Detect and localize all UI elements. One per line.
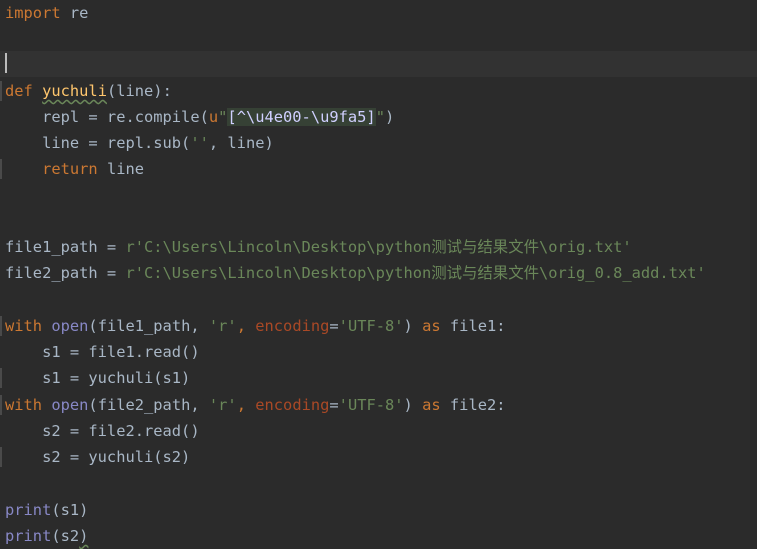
code-text: (s2 xyxy=(51,527,80,545)
string-literal: 'UTF-8' xyxy=(338,396,404,414)
code-text: ) xyxy=(403,396,423,414)
code-line-6[interactable]: line = repl.sub('', line) xyxy=(0,130,757,156)
code-line-7[interactable]: return line xyxy=(0,156,757,182)
builtin-print: print xyxy=(5,501,52,519)
keyword-as: as xyxy=(422,396,441,414)
code-line-1[interactable]: import re xyxy=(0,0,757,26)
keyword-with: with xyxy=(5,396,43,414)
code-text: (file1_path, xyxy=(88,317,209,335)
string-literal: 'UTF-8' xyxy=(338,317,404,335)
fold-marker[interactable] xyxy=(0,368,2,388)
fold-marker[interactable] xyxy=(0,316,2,336)
code-line-11[interactable]: file2_path = r'C:\Users\Lincoln\Desktop\… xyxy=(0,260,757,286)
code-text: , xyxy=(236,396,256,414)
code-line-10[interactable]: file1_path = r'C:\Users\Lincoln\Desktop\… xyxy=(0,234,757,260)
code-text: s2 = yuchuli(s2) xyxy=(5,448,191,466)
code-line-21[interactable]: print(s2) xyxy=(0,523,757,549)
code-line-5[interactable]: repl = re.compile(u"[^\u4e00-\u9fa5]") xyxy=(0,104,757,130)
string-literal: r'C:\Users\Lincoln\Desktop\python测试与结果文件… xyxy=(125,264,706,282)
code-text: s1 = file1.read() xyxy=(5,343,200,361)
code-line-17[interactable]: s2 = file2.read() xyxy=(0,418,757,444)
kwarg-encoding: encoding xyxy=(255,396,330,414)
code-line-3-current[interactable] xyxy=(0,51,757,77)
builtin-print: print xyxy=(5,527,52,545)
text-caret xyxy=(5,53,7,73)
fold-marker[interactable] xyxy=(0,159,2,179)
code-text: file2_path = xyxy=(5,264,126,282)
code-line-4[interactable]: def yuchuli(line): xyxy=(0,78,757,104)
keyword-return: return xyxy=(5,160,98,178)
code-text: (s1) xyxy=(51,501,89,519)
fold-marker[interactable] xyxy=(0,81,2,101)
code-line-20[interactable]: print(s1) xyxy=(0,497,757,523)
code-text: ) xyxy=(384,108,395,126)
code-line-18[interactable]: s2 = yuchuli(s2) xyxy=(0,444,757,470)
keyword-as: as xyxy=(422,317,441,335)
function-name: yuchuli xyxy=(42,82,107,100)
keyword-def: def xyxy=(5,82,33,100)
keyword-import: import xyxy=(5,4,61,22)
builtin-open: open xyxy=(42,317,89,335)
string-literal: 'r' xyxy=(208,317,237,335)
module-name: re xyxy=(60,4,89,22)
code-text: , xyxy=(236,317,256,335)
string-quote: " xyxy=(375,108,385,126)
code-editor[interactable]: import re def yuchuli(line): repl = re.c… xyxy=(0,0,757,549)
keyword-with: with xyxy=(5,317,43,335)
regex-literal: [^\u4e00-\u9fa5] xyxy=(227,108,376,126)
string-literal: 'r' xyxy=(208,396,237,414)
code-text: repl = re.compile( xyxy=(5,108,209,126)
string-literal: r'C:\Users\Lincoln\Desktop\python测试与结果文件… xyxy=(125,238,632,256)
code-line-16[interactable]: with open(file2_path, 'r', encoding='UTF… xyxy=(0,392,757,418)
code-text: s1 = yuchuli(s1) xyxy=(5,369,191,387)
string-prefix: u xyxy=(208,108,219,126)
code-text: (file2_path, xyxy=(88,396,209,414)
code-text: s2 = file2.read() xyxy=(5,422,200,440)
code-text: , line) xyxy=(208,134,274,152)
code-text: = xyxy=(329,396,339,414)
code-text: file2: xyxy=(440,396,506,414)
regex-text: [^\u4e00-\u9fa5] xyxy=(227,108,376,126)
code-text: line = repl.sub( xyxy=(5,134,191,152)
fold-marker[interactable] xyxy=(0,395,2,415)
fold-marker[interactable] xyxy=(0,447,2,467)
code-line-14[interactable]: s1 = file1.read() xyxy=(0,339,757,365)
code-text: = xyxy=(329,317,339,335)
kwarg-encoding: encoding xyxy=(255,317,330,335)
paren-warning: ) xyxy=(79,527,89,545)
function-params: (line): xyxy=(106,82,172,100)
code-text: line xyxy=(97,160,145,178)
code-text: file1: xyxy=(440,317,506,335)
builtin-open: open xyxy=(42,396,89,414)
string-literal: '' xyxy=(190,134,209,152)
code-text: ) xyxy=(403,317,423,335)
code-line-15[interactable]: s1 = yuchuli(s1) xyxy=(0,365,757,391)
code-line-13[interactable]: with open(file1_path, 'r', encoding='UTF… xyxy=(0,313,757,339)
code-text: file1_path = xyxy=(5,238,126,256)
